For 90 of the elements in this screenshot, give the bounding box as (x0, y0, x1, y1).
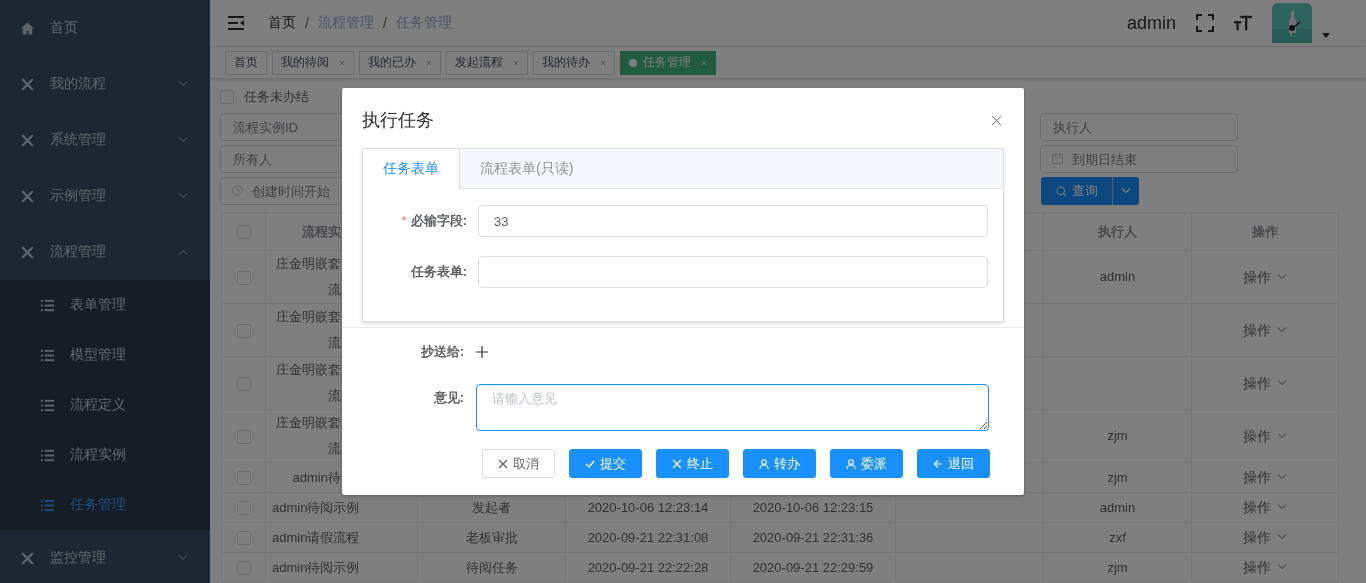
chevron-down-icon (1277, 432, 1287, 439)
page-tab[interactable]: 发起流程 (446, 50, 528, 75)
table-cell: zjm (1043, 409, 1192, 463)
chevron-down-icon (1277, 474, 1287, 480)
add-icon[interactable] (476, 346, 488, 358)
search-button[interactable]: 查询 (1041, 177, 1113, 205)
user-icon (759, 458, 769, 469)
return-button[interactable]: 退回 (917, 449, 990, 478)
table-cell: admin请假流程 (265, 522, 418, 553)
table-cell: 2020-09-21 22:29:59 (730, 552, 896, 583)
close-icon (498, 458, 508, 469)
list-icon (40, 397, 55, 413)
caret-icon[interactable] (1322, 32, 1330, 38)
actions-dropdown[interactable]: 操作 (1243, 263, 1287, 290)
check-icon (585, 458, 595, 469)
chevron-down-icon (1277, 504, 1287, 510)
comment-field[interactable]: 请输入意见 (476, 384, 989, 431)
page-tab[interactable]: 首页 (225, 50, 267, 75)
close-icon[interactable] (991, 114, 1002, 126)
sidebar-item[interactable]: 首页 (0, 0, 210, 56)
field-label: 抄送给: (419, 343, 465, 361)
chevron-down-icon (1277, 534, 1287, 540)
sidebar-item[interactable]: 示例管理 (0, 168, 210, 224)
close-icon[interactable] (513, 59, 519, 66)
chevron-down-icon (1277, 273, 1287, 280)
sidebar-subitem[interactable]: 模型管理 (0, 330, 210, 380)
submit-button[interactable]: 提交 (569, 449, 642, 478)
table-cell: 2020-09-21 22:31:36 (730, 522, 896, 553)
table-cell: 2020-09-21 22:22:28 (565, 552, 731, 583)
menu-icon[interactable] (228, 16, 244, 30)
text-size-icon[interactable] (1234, 14, 1252, 32)
tab[interactable]: 任务表单 (363, 149, 460, 189)
chevron-down-icon (1277, 564, 1287, 570)
chevron-down-icon (1277, 326, 1287, 333)
fullscreen-icon[interactable] (1196, 14, 1214, 32)
table-cell: admin待阅示例 (265, 552, 418, 583)
actions-dropdown[interactable]: 操作 (1243, 422, 1287, 449)
actions-dropdown[interactable]: 操作 (1243, 316, 1287, 343)
breadcrumb-link[interactable]: 首页 (268, 14, 296, 32)
home-icon (20, 20, 35, 36)
user-icon (846, 458, 856, 469)
sidebar-item[interactable]: 监控管理 (0, 530, 210, 583)
table-cell: admin (1043, 492, 1192, 523)
breadcrumb-separator: / (382, 15, 387, 31)
close-icon (672, 458, 682, 469)
sidebar-item[interactable]: 系统管理 (0, 112, 210, 168)
table-cell: admin (1043, 250, 1192, 304)
list-icon (40, 297, 55, 313)
filter-field[interactable]: 到期日结束 (1040, 145, 1238, 173)
active-dot-icon (629, 58, 637, 67)
actions-dropdown[interactable]: 操作 (1243, 369, 1287, 396)
close-icon[interactable] (426, 59, 432, 66)
list-icon (40, 447, 55, 463)
breadcrumb-separator: / (305, 15, 309, 31)
dropdown-button[interactable] (1113, 177, 1139, 205)
list-icon (40, 347, 55, 363)
page-tab[interactable]: 我的待办 (533, 50, 615, 75)
sidebar-subitem[interactable]: 表单管理 (0, 280, 210, 330)
sidebar-item[interactable]: 流程管理 (0, 224, 210, 280)
page-tab[interactable]: 任务管理 (620, 50, 716, 75)
cancel-button[interactable]: 取消 (482, 449, 555, 478)
chevron-down-icon (1121, 188, 1131, 194)
page-tab[interactable]: 我的已办 (359, 50, 441, 75)
table-cell: zjm (1043, 552, 1192, 583)
table-cell: 2020-09-21 22:31:08 (565, 522, 731, 553)
checkbox-label: 任务未办结 (244, 88, 309, 106)
filter-field[interactable]: 执行人 (1040, 113, 1238, 141)
input-field[interactable]: 33 (478, 205, 988, 237)
input-field[interactable] (478, 256, 988, 288)
table-cell: 老板审批 (417, 522, 566, 553)
list-icon (40, 497, 55, 513)
close-icon[interactable] (339, 59, 345, 66)
field-label: 意见: (432, 389, 465, 407)
search-icon (1056, 185, 1067, 197)
chevron-down-icon (1277, 379, 1287, 386)
sidebar-subitem[interactable]: 任务管理 (0, 480, 210, 530)
delegate-button[interactable]: 委派 (830, 449, 903, 478)
close-icon[interactable] (600, 59, 606, 66)
arrow-left-icon (933, 458, 943, 469)
transfer-button[interactable]: 转办 (743, 449, 816, 478)
sidebar-item[interactable]: 我的流程 (0, 56, 210, 112)
user-name: admin (1126, 12, 1176, 34)
page-tab[interactable]: 我的待阅 (272, 50, 354, 75)
tab[interactable]: 流程表单(只读) (460, 149, 595, 188)
table-cell: zxf (1043, 522, 1192, 553)
sidebar-subitem[interactable]: 流程定义 (0, 380, 210, 430)
sidebar-subitem[interactable]: 流程实例 (0, 430, 210, 480)
table-cell: zjm (1043, 462, 1192, 493)
table-cell: 待阅任务 (417, 552, 566, 583)
terminate-button[interactable]: 终止 (656, 449, 729, 478)
